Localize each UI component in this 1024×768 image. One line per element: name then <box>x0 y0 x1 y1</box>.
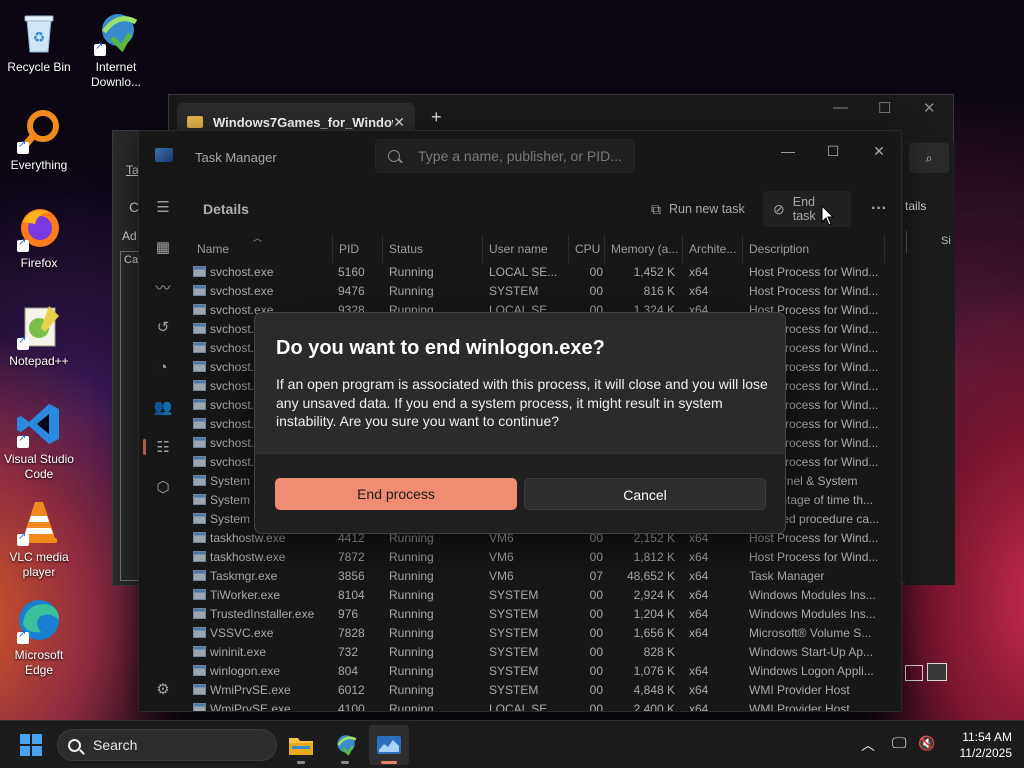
tile-view-icon[interactable] <box>927 663 947 681</box>
desktop-icon-label: VLC media player <box>9 550 69 579</box>
shortcut-arrow-icon <box>17 335 29 350</box>
shortcut-arrow-icon <box>17 531 29 546</box>
taskbar-task-manager[interactable] <box>369 725 409 765</box>
folder-icon <box>289 738 313 755</box>
explorer-search-icon[interactable]: ⌕ <box>909 143 949 173</box>
notepad-plus-plus-icon <box>15 302 63 350</box>
desktop-icon-vlc[interactable]: VLC media player <box>1 498 77 580</box>
taskbar-search-label: Search <box>93 737 138 753</box>
desktop-icon-everything[interactable]: Everything <box>1 106 77 173</box>
end-process-button[interactable]: End process <box>275 478 517 510</box>
show-hidden-icons-chevron-icon[interactable]: ︿ <box>861 735 875 755</box>
taskbar-internet-download-manager[interactable] <box>325 725 365 765</box>
running-indicator <box>341 761 349 764</box>
desktop-icon-internet-download-manager[interactable]: Internet Downlo... <box>78 8 154 90</box>
svg-text:♻: ♻ <box>33 30 46 46</box>
desktop-icon-label: Microsoft Edge <box>14 648 64 677</box>
vscode-icon <box>15 400 63 448</box>
explorer-column-header[interactable]: Si <box>941 235 951 247</box>
system-clock[interactable]: 11:54 AM 11/2/2025 <box>940 729 1013 761</box>
desktop-icon-label: Firefox <box>20 256 58 270</box>
taskbar: Search ︿ 🖵 🔇 11:54 AM 11/2/2025 <box>0 720 1024 768</box>
edge-icon <box>15 596 63 644</box>
taskbar-search[interactable]: Search <box>57 729 277 761</box>
recycle-bin-icon: ♻ <box>15 8 63 56</box>
cancel-button[interactable]: Cancel <box>524 478 766 510</box>
fragment-label: Ad <box>122 229 137 243</box>
search-icon <box>68 738 81 752</box>
desktop-icon-label: Notepad++ <box>9 354 69 368</box>
desktop-icon-label: Everything <box>10 158 68 172</box>
firefox-icon <box>15 204 63 252</box>
shortcut-arrow-icon <box>17 629 29 644</box>
desktop-icon-label: Internet Downlo... <box>90 60 142 89</box>
dialog-footer: End process Cancel <box>255 453 785 533</box>
new-tab-button[interactable]: + <box>431 107 442 128</box>
desktop-icon-firefox[interactable]: Firefox <box>1 204 77 271</box>
folder-icon <box>187 116 203 128</box>
desktop-icon-recycle-bin[interactable]: ♻ Recycle Bin <box>1 8 77 75</box>
explorer-minimize-button[interactable]: — <box>833 99 848 116</box>
explorer-maximize-button[interactable]: ☐ <box>878 99 891 117</box>
explorer-tab-title: Windows7Games_for_Window <box>213 114 394 130</box>
task-manager-icon <box>377 736 401 754</box>
internet-download-manager-icon <box>92 8 140 56</box>
shortcut-arrow-icon <box>17 237 29 252</box>
explorer-details-button[interactable]: tails <box>905 199 926 213</box>
clock-date: 11/2/2025 <box>959 746 1013 760</box>
explorer-close-button[interactable]: ✕ <box>923 99 936 117</box>
windows-logo-icon <box>20 734 30 744</box>
close-tab-icon[interactable]: ✕ <box>393 114 405 131</box>
shortcut-arrow-icon <box>17 433 29 448</box>
dialog-message: If an open program is associated with th… <box>276 376 768 429</box>
vlc-icon <box>15 498 63 546</box>
taskbar-file-explorer[interactable] <box>281 725 321 765</box>
clock-time: 11:54 AM <box>962 730 1012 744</box>
fragment-label: Ta <box>126 163 139 177</box>
desktop-icon-label: Visual Studio Code <box>4 452 74 481</box>
dialog-title: Do you want to end winlogon.exe? <box>276 337 605 359</box>
list-view-icon[interactable] <box>905 665 923 681</box>
everything-search-icon <box>15 106 63 154</box>
active-indicator <box>381 761 397 764</box>
desktop-icon-vscode[interactable]: Visual Studio Code <box>1 400 77 482</box>
desktop-icon-label: Recycle Bin <box>7 60 71 74</box>
volume-muted-icon[interactable]: 🔇 <box>918 735 935 752</box>
desktop-icon-notepad-plus-plus[interactable]: Notepad++ <box>1 302 77 369</box>
start-button[interactable] <box>20 734 42 756</box>
running-indicator <box>297 761 305 764</box>
column-separator <box>906 231 907 253</box>
shortcut-arrow-icon <box>17 139 29 154</box>
desktop-icon-edge[interactable]: Microsoft Edge <box>1 596 77 678</box>
fragment-label: Ca <box>124 254 139 266</box>
end-process-dialog: Do you want to end winlogon.exe? If an o… <box>254 312 786 534</box>
shortcut-arrow-icon <box>94 41 106 56</box>
internet-download-manager-icon <box>337 735 357 756</box>
network-icon[interactable]: 🖵 <box>892 735 906 752</box>
